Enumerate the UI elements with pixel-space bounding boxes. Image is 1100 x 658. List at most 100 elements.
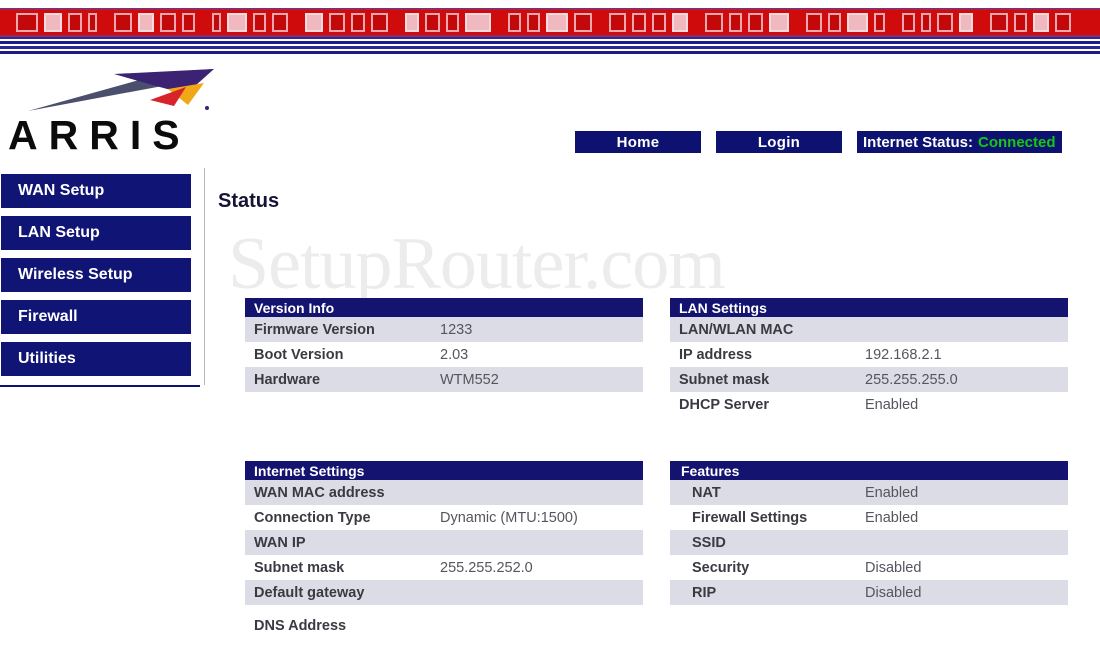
banner-block xyxy=(672,13,688,32)
row-value: 255.255.255.0 xyxy=(865,371,958,388)
banner-block xyxy=(1014,13,1027,32)
row-value: Dynamic (MTU:1500) xyxy=(440,509,578,526)
banner-block xyxy=(182,13,195,32)
banner-block xyxy=(305,13,323,32)
table-row: DNS Address xyxy=(245,613,643,638)
table-row: Subnet mask 255.255.255.0 xyxy=(670,367,1068,392)
banner-block xyxy=(425,13,440,32)
row-label: DHCP Server xyxy=(679,396,770,413)
row-label: IP address xyxy=(679,346,753,363)
row-label: Connection Type xyxy=(254,509,371,526)
row-spacer xyxy=(245,605,643,613)
row-label: Default gateway xyxy=(254,584,365,601)
banner-rule xyxy=(0,51,1100,54)
sidebar-item-utilities[interactable]: Utilities xyxy=(0,341,192,377)
row-value: Disabled xyxy=(865,559,922,576)
table-row: Firmware Version 1233 xyxy=(245,317,643,342)
banner-block xyxy=(16,13,38,32)
sidebar-content-divider xyxy=(204,168,205,385)
table-row: DHCP Server Enabled xyxy=(670,392,1068,417)
panel-header: Features xyxy=(670,461,1068,480)
row-label: Subnet mask xyxy=(679,371,770,388)
table-row: IP address 192.168.2.1 xyxy=(670,342,1068,367)
banner-block xyxy=(705,13,723,32)
banner-block xyxy=(465,13,491,32)
sidebar-item-firewall[interactable]: Firewall xyxy=(0,299,192,335)
banner-block xyxy=(272,13,288,32)
table-row: Connection Type Dynamic (MTU:1500) xyxy=(245,505,643,530)
row-label: Security xyxy=(692,559,750,576)
arris-wordmark: ARRIS xyxy=(8,112,191,158)
row-value: 192.168.2.1 xyxy=(865,346,942,363)
banner-block xyxy=(652,13,666,32)
banner-block xyxy=(68,13,82,32)
table-row: WAN MAC address xyxy=(245,480,643,505)
sidebar-menu: WAN Setup LAN Setup Wireless Setup Firewall… xyxy=(0,173,205,383)
banner-block xyxy=(1033,13,1049,32)
row-label: Subnet mask xyxy=(254,559,345,576)
sidebar-item-label: Utilities xyxy=(18,350,76,367)
row-label: Firmware Version xyxy=(254,321,375,338)
internet-status-value: Connected xyxy=(978,133,1056,151)
page-title: Status xyxy=(218,190,280,212)
sidebar-item-lan-setup[interactable]: LAN Setup xyxy=(0,215,192,251)
row-label: SSID xyxy=(692,534,726,551)
banner-block xyxy=(729,13,742,32)
banner-block xyxy=(508,13,521,32)
arris-swoosh-icon xyxy=(28,69,214,111)
banner-red-strip xyxy=(0,8,1100,37)
row-label: LAN/WLAN MAC xyxy=(679,321,794,338)
banner-block xyxy=(138,13,154,32)
row-value: Enabled xyxy=(865,509,919,526)
site-watermark: SetupRouter.com xyxy=(228,223,726,305)
top-navigation: Home Login Internet Status: Connected xyxy=(574,130,1063,154)
internet-status-label: Internet Status: xyxy=(863,133,974,151)
row-label: WAN MAC address xyxy=(254,484,385,501)
banner-block xyxy=(160,13,176,32)
banner-block xyxy=(847,13,868,32)
login-button[interactable]: Login xyxy=(715,130,843,154)
row-value: 1233 xyxy=(440,321,473,338)
panel-header: Version Info xyxy=(245,298,643,317)
panel-title: LAN Settings xyxy=(679,299,767,316)
row-value: Enabled xyxy=(865,396,919,413)
row-label: Boot Version xyxy=(254,346,344,363)
row-label: NAT xyxy=(692,484,721,501)
panel-features: Features NAT Enabled Firewall Settings Enabl… xyxy=(670,461,1068,605)
router-admin-page: ARRIS Home Login Internet Status: Connec… xyxy=(0,0,1100,658)
panel-header: Internet Settings xyxy=(245,461,643,480)
sidebar-item-label: LAN Setup xyxy=(18,224,100,241)
banner-block xyxy=(921,13,931,32)
banner-block xyxy=(546,13,568,32)
row-value: Enabled xyxy=(865,484,919,501)
banner-block xyxy=(828,13,841,32)
table-row: Firewall Settings Enabled xyxy=(670,505,1068,530)
panel-version-info: Version Info Firmware Version 1233 Boot Ver… xyxy=(245,298,643,392)
home-button[interactable]: Home xyxy=(574,130,702,154)
table-row: RIP Disabled xyxy=(670,580,1068,605)
banner-navy-lines xyxy=(0,37,1100,56)
row-label: RIP xyxy=(692,584,717,601)
banner-block xyxy=(527,13,540,32)
banner-block xyxy=(351,13,365,32)
banner-block xyxy=(371,13,388,32)
row-value: 255.255.252.0 xyxy=(440,559,533,576)
sidebar-item-wireless-setup[interactable]: Wireless Setup xyxy=(0,257,192,293)
arris-logo: ARRIS xyxy=(0,58,420,158)
sidebar-item-wan-setup[interactable]: WAN Setup xyxy=(0,173,192,209)
row-label: DNS Address xyxy=(254,617,347,634)
banner-block xyxy=(874,13,885,32)
row-label: WAN IP xyxy=(254,534,306,551)
panel-internet-settings: Internet Settings WAN MAC address Connecti… xyxy=(245,461,643,638)
table-row: Hardware WTM552 xyxy=(245,367,643,392)
sidebar-item-label: Firewall xyxy=(18,308,78,325)
table-row: Default gateway xyxy=(245,580,643,605)
banner-block xyxy=(902,13,915,32)
panel-title: Features xyxy=(681,462,740,479)
banner-block xyxy=(88,13,97,32)
sidebar-item-label: Wireless Setup xyxy=(18,266,133,283)
banner-block xyxy=(446,13,459,32)
panel-header: LAN Settings xyxy=(670,298,1068,317)
